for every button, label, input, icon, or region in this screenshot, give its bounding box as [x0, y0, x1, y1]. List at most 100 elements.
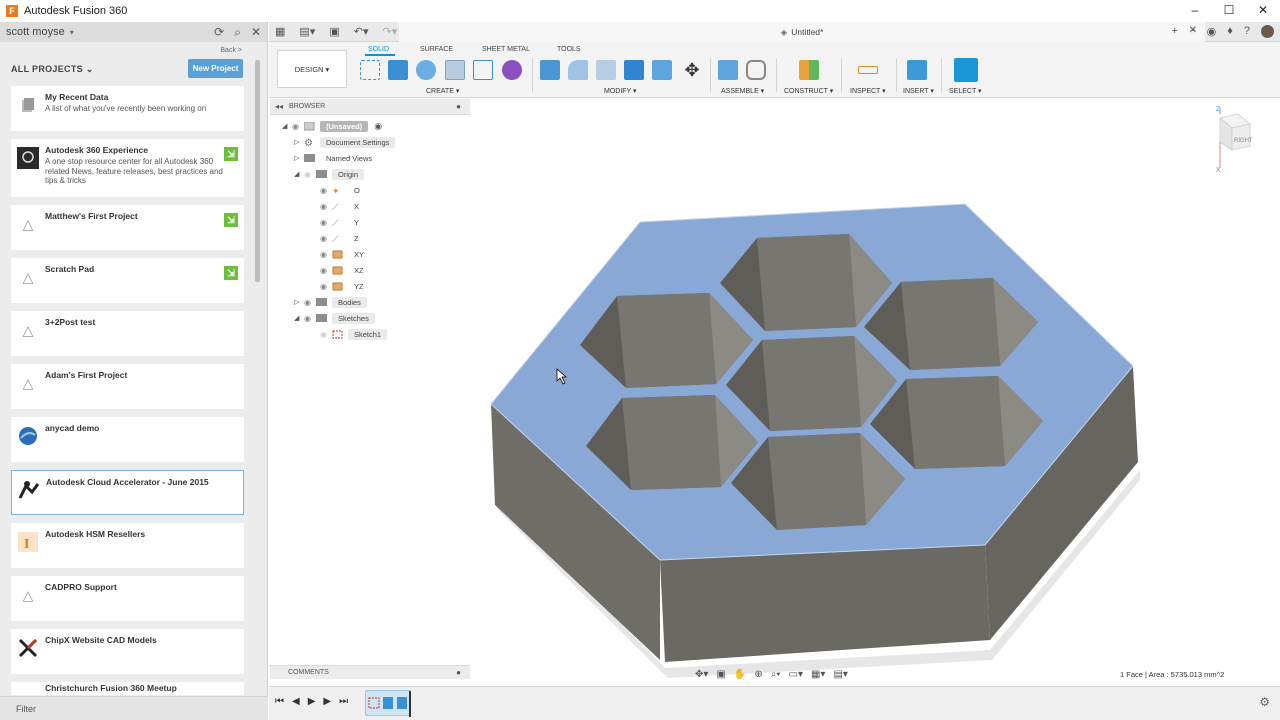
tree-item-yz-plane[interactable]: ◉ YZ — [320, 279, 370, 293]
joint-icon[interactable] — [746, 60, 766, 80]
tree-item-sketch1[interactable]: ◉ Sketch1 — [320, 327, 388, 341]
insert-image-icon[interactable] — [907, 60, 927, 80]
job-status-icon[interactable]: ◔ — [1189, 25, 1196, 38]
user-chevron-icon[interactable]: ▾ — [70, 28, 74, 37]
pan-icon[interactable]: ✋ — [734, 669, 746, 680]
pin-icon[interactable]: ● — [456, 102, 461, 111]
measure-icon[interactable] — [858, 66, 878, 74]
shell-icon[interactable] — [652, 60, 672, 80]
redo-icon[interactable]: ↷▾ — [382, 25, 397, 38]
tree-item-xy-plane[interactable]: ◉ XY — [320, 247, 370, 261]
tab-solid[interactable]: SOLID — [368, 46, 389, 53]
select-menu[interactable]: SELECT ▾ — [949, 87, 982, 95]
go-to-start-icon[interactable]: ⏮ — [275, 696, 284, 707]
collapse-icon[interactable]: ◢ — [294, 314, 304, 322]
tree-item-named-views[interactable]: ▷ Named Views — [294, 151, 378, 165]
move-icon[interactable]: ✥ — [682, 60, 702, 80]
tree-item-x-axis[interactable]: ◉ ⟋ X — [320, 199, 365, 213]
play-icon[interactable]: ▶ — [308, 696, 316, 707]
refresh-icon[interactable]: ⟳ — [214, 25, 224, 40]
project-item-matthew[interactable]: △ Matthew's First Project ⇲ — [11, 205, 244, 250]
activate-radio-icon[interactable]: ◉ — [374, 121, 382, 132]
look-at-icon[interactable]: ▣ — [716, 669, 725, 680]
create-sketch-icon[interactable] — [360, 60, 380, 80]
close-window-button[interactable]: ✕ — [1246, 0, 1280, 22]
file-menu-icon[interactable]: ▤▾ — [299, 25, 315, 38]
form-icon[interactable] — [502, 60, 522, 80]
expand-icon[interactable]: ▷ — [294, 138, 304, 146]
tab-sheet-metal[interactable]: SHEET METAL — [482, 46, 530, 53]
tree-item-xz-plane[interactable]: ◉ XZ — [320, 263, 370, 277]
offset-plane-icon[interactable] — [799, 60, 819, 80]
collapse-browser-icon[interactable]: ◂◂ — [275, 102, 283, 111]
chamfer-icon[interactable] — [596, 60, 616, 80]
tree-item-bodies[interactable]: ▷ ◉ Bodies — [294, 295, 367, 309]
document-tab[interactable]: ◈ Untitled* ✕ — [399, 22, 1205, 42]
project-item-christchurch[interactable]: Christchurch Fusion 360 Meetup — [11, 682, 244, 695]
project-item-3-2-post[interactable]: △ 3+2Post test — [11, 311, 244, 356]
tree-root[interactable]: ◢ ◉ (Unsaved) ◉ — [282, 119, 382, 133]
visibility-icon[interactable]: ◉ — [320, 282, 332, 291]
press-pull-icon[interactable] — [540, 60, 560, 80]
undo-icon[interactable]: ↶▾ — [354, 25, 369, 38]
visibility-icon[interactable]: ◉ — [304, 314, 316, 323]
visibility-icon[interactable]: ◉ — [320, 186, 332, 195]
tree-item-origin[interactable]: ◢ ◉ Origin — [294, 167, 365, 181]
save-icon[interactable]: ▣ — [329, 25, 339, 38]
project-item-chipx[interactable]: ChipX Website CAD Models — [11, 629, 244, 674]
insert-menu[interactable]: INSERT ▾ — [903, 87, 934, 95]
new-component-icon[interactable] — [718, 60, 738, 80]
expand-icon[interactable]: ▷ — [294, 298, 304, 306]
timeline-settings-gear-icon[interactable]: ⚙ — [1259, 695, 1270, 709]
tab-surface[interactable]: SURFACE — [420, 46, 453, 53]
all-projects-dropdown[interactable]: ALL PROJECTS ⌄ — [11, 64, 94, 75]
viewcube[interactable]: Z RIGHT X — [1212, 102, 1262, 172]
project-item-adam[interactable]: △ Adam's First Project — [11, 364, 244, 409]
viewports-icon[interactable]: ▤▾ — [833, 669, 847, 680]
fillet-icon[interactable] — [568, 60, 588, 80]
minimize-button[interactable]: – — [1178, 0, 1212, 22]
select-icon[interactable] — [954, 58, 978, 82]
project-item-hsm-resellers[interactable]: I Autodesk HSM Resellers — [11, 523, 244, 568]
step-back-icon[interactable]: ◀ — [292, 696, 300, 707]
go-to-end-icon[interactable]: ⏭ — [339, 696, 348, 707]
construct-menu[interactable]: CONSTRUCT ▾ — [784, 87, 833, 95]
tree-item-z-axis[interactable]: ◉ ⟋ Z — [320, 231, 365, 245]
grid-settings-icon[interactable]: ▦▾ — [811, 669, 825, 680]
maximize-button[interactable]: ☐ — [1212, 0, 1246, 22]
visibility-icon[interactable]: ◉ — [320, 218, 332, 227]
project-item-scratch-pad[interactable]: △ Scratch Pad ⇲ — [11, 258, 244, 303]
hole-icon[interactable] — [445, 60, 465, 80]
assemble-menu[interactable]: ASSEMBLE ▾ — [721, 87, 764, 95]
collapse-icon[interactable]: ◢ — [294, 170, 304, 178]
close-panel-icon[interactable]: ✕ — [251, 25, 261, 40]
combine-icon[interactable] — [624, 60, 644, 80]
collapse-icon[interactable]: ◢ — [282, 122, 292, 130]
project-item-recent[interactable]: My Recent Data A list of what you've rec… — [11, 86, 244, 131]
revolve-icon[interactable] — [416, 60, 436, 80]
pattern-icon[interactable] — [473, 60, 493, 80]
new-project-button[interactable]: New Project — [188, 59, 243, 78]
create-menu[interactable]: CREATE ▾ — [426, 87, 459, 95]
zoom-icon[interactable]: ⊕ — [754, 669, 762, 680]
visibility-icon[interactable]: ◉ — [320, 202, 332, 211]
browser-header[interactable]: ◂◂ BROWSER ● — [270, 99, 470, 115]
orbit-icon[interactable]: ✥▾ — [695, 669, 708, 680]
project-item-cloud-accelerator[interactable]: Autodesk Cloud Accelerator - June 2015 — [11, 470, 244, 515]
help-icon[interactable]: ? — [1244, 25, 1250, 38]
back-link[interactable]: Back > — [220, 47, 242, 54]
scrollbar[interactable] — [255, 60, 260, 282]
viewcube-right[interactable] — [1231, 123, 1251, 151]
search-icon[interactable]: ⌕ — [234, 25, 241, 40]
new-tab-icon[interactable]: + — [1172, 25, 1178, 38]
modify-menu[interactable]: MODIFY ▾ — [604, 87, 637, 95]
add-comment-icon[interactable]: ● — [456, 668, 461, 677]
display-settings-icon[interactable]: ▭▾ — [789, 669, 803, 680]
visibility-icon[interactable]: ◉ — [292, 122, 304, 131]
visibility-icon[interactable]: ◉ — [320, 234, 332, 243]
expand-icon[interactable]: ▷ — [294, 154, 304, 162]
filter-bar[interactable]: Filter — [0, 696, 268, 720]
avatar[interactable] — [1261, 25, 1274, 38]
visibility-icon[interactable]: ◉ — [304, 298, 316, 307]
visibility-icon[interactable]: ◉ — [320, 266, 332, 275]
